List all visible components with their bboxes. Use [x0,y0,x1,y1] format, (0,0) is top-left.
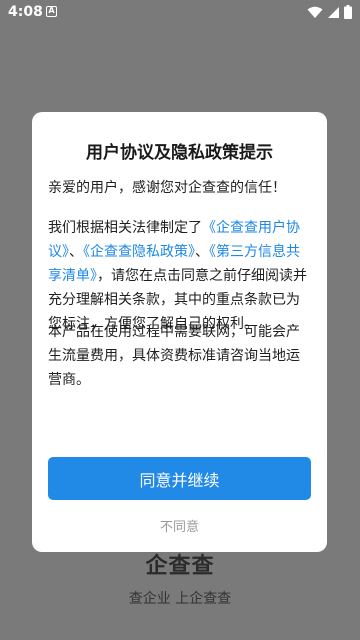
agreement-prefix: 我们根据相关法律制定了 [48,220,202,236]
privacy-policy-link[interactable]: 《企查查隐私政策》 [83,244,195,260]
network-notice-text: 本产品在使用过程中需要联网，可能会产生流量费用，具体资费标准请咨询当地运营商。 [48,324,300,388]
separator: 、 [69,244,83,260]
wifi-icon [307,6,323,18]
status-time: 4:08 [8,4,43,20]
signal-icon [328,6,339,18]
dialog-title: 用户协议及隐私政策提示 [86,143,273,163]
brand-slogan: 查企业 上企查查 [128,591,232,607]
greeting-text: 亲爱的用户，感谢您对企查查的信任！ [48,180,286,196]
privacy-consent-dialog: 用户协议及隐私政策提示 亲爱的用户，感谢您对企查查的信任！ 我们根据相关法律制定… [32,112,327,552]
agree-continue-button[interactable]: 同意并继续 [48,457,311,500]
brand-name: 企查查 [145,554,215,579]
battery-icon [344,5,352,19]
disagree-button[interactable]: 不同意 [32,516,327,535]
separator: 、 [195,244,209,260]
status-bar: 4:08 A [0,0,360,24]
agreement-paragraph: 我们根据相关法律制定了《企查查用户协议》、《企查查隐私政策》、《第三方信息共享清… [48,216,311,336]
notification-icon: A [46,6,57,17]
system-icons [307,5,352,19]
